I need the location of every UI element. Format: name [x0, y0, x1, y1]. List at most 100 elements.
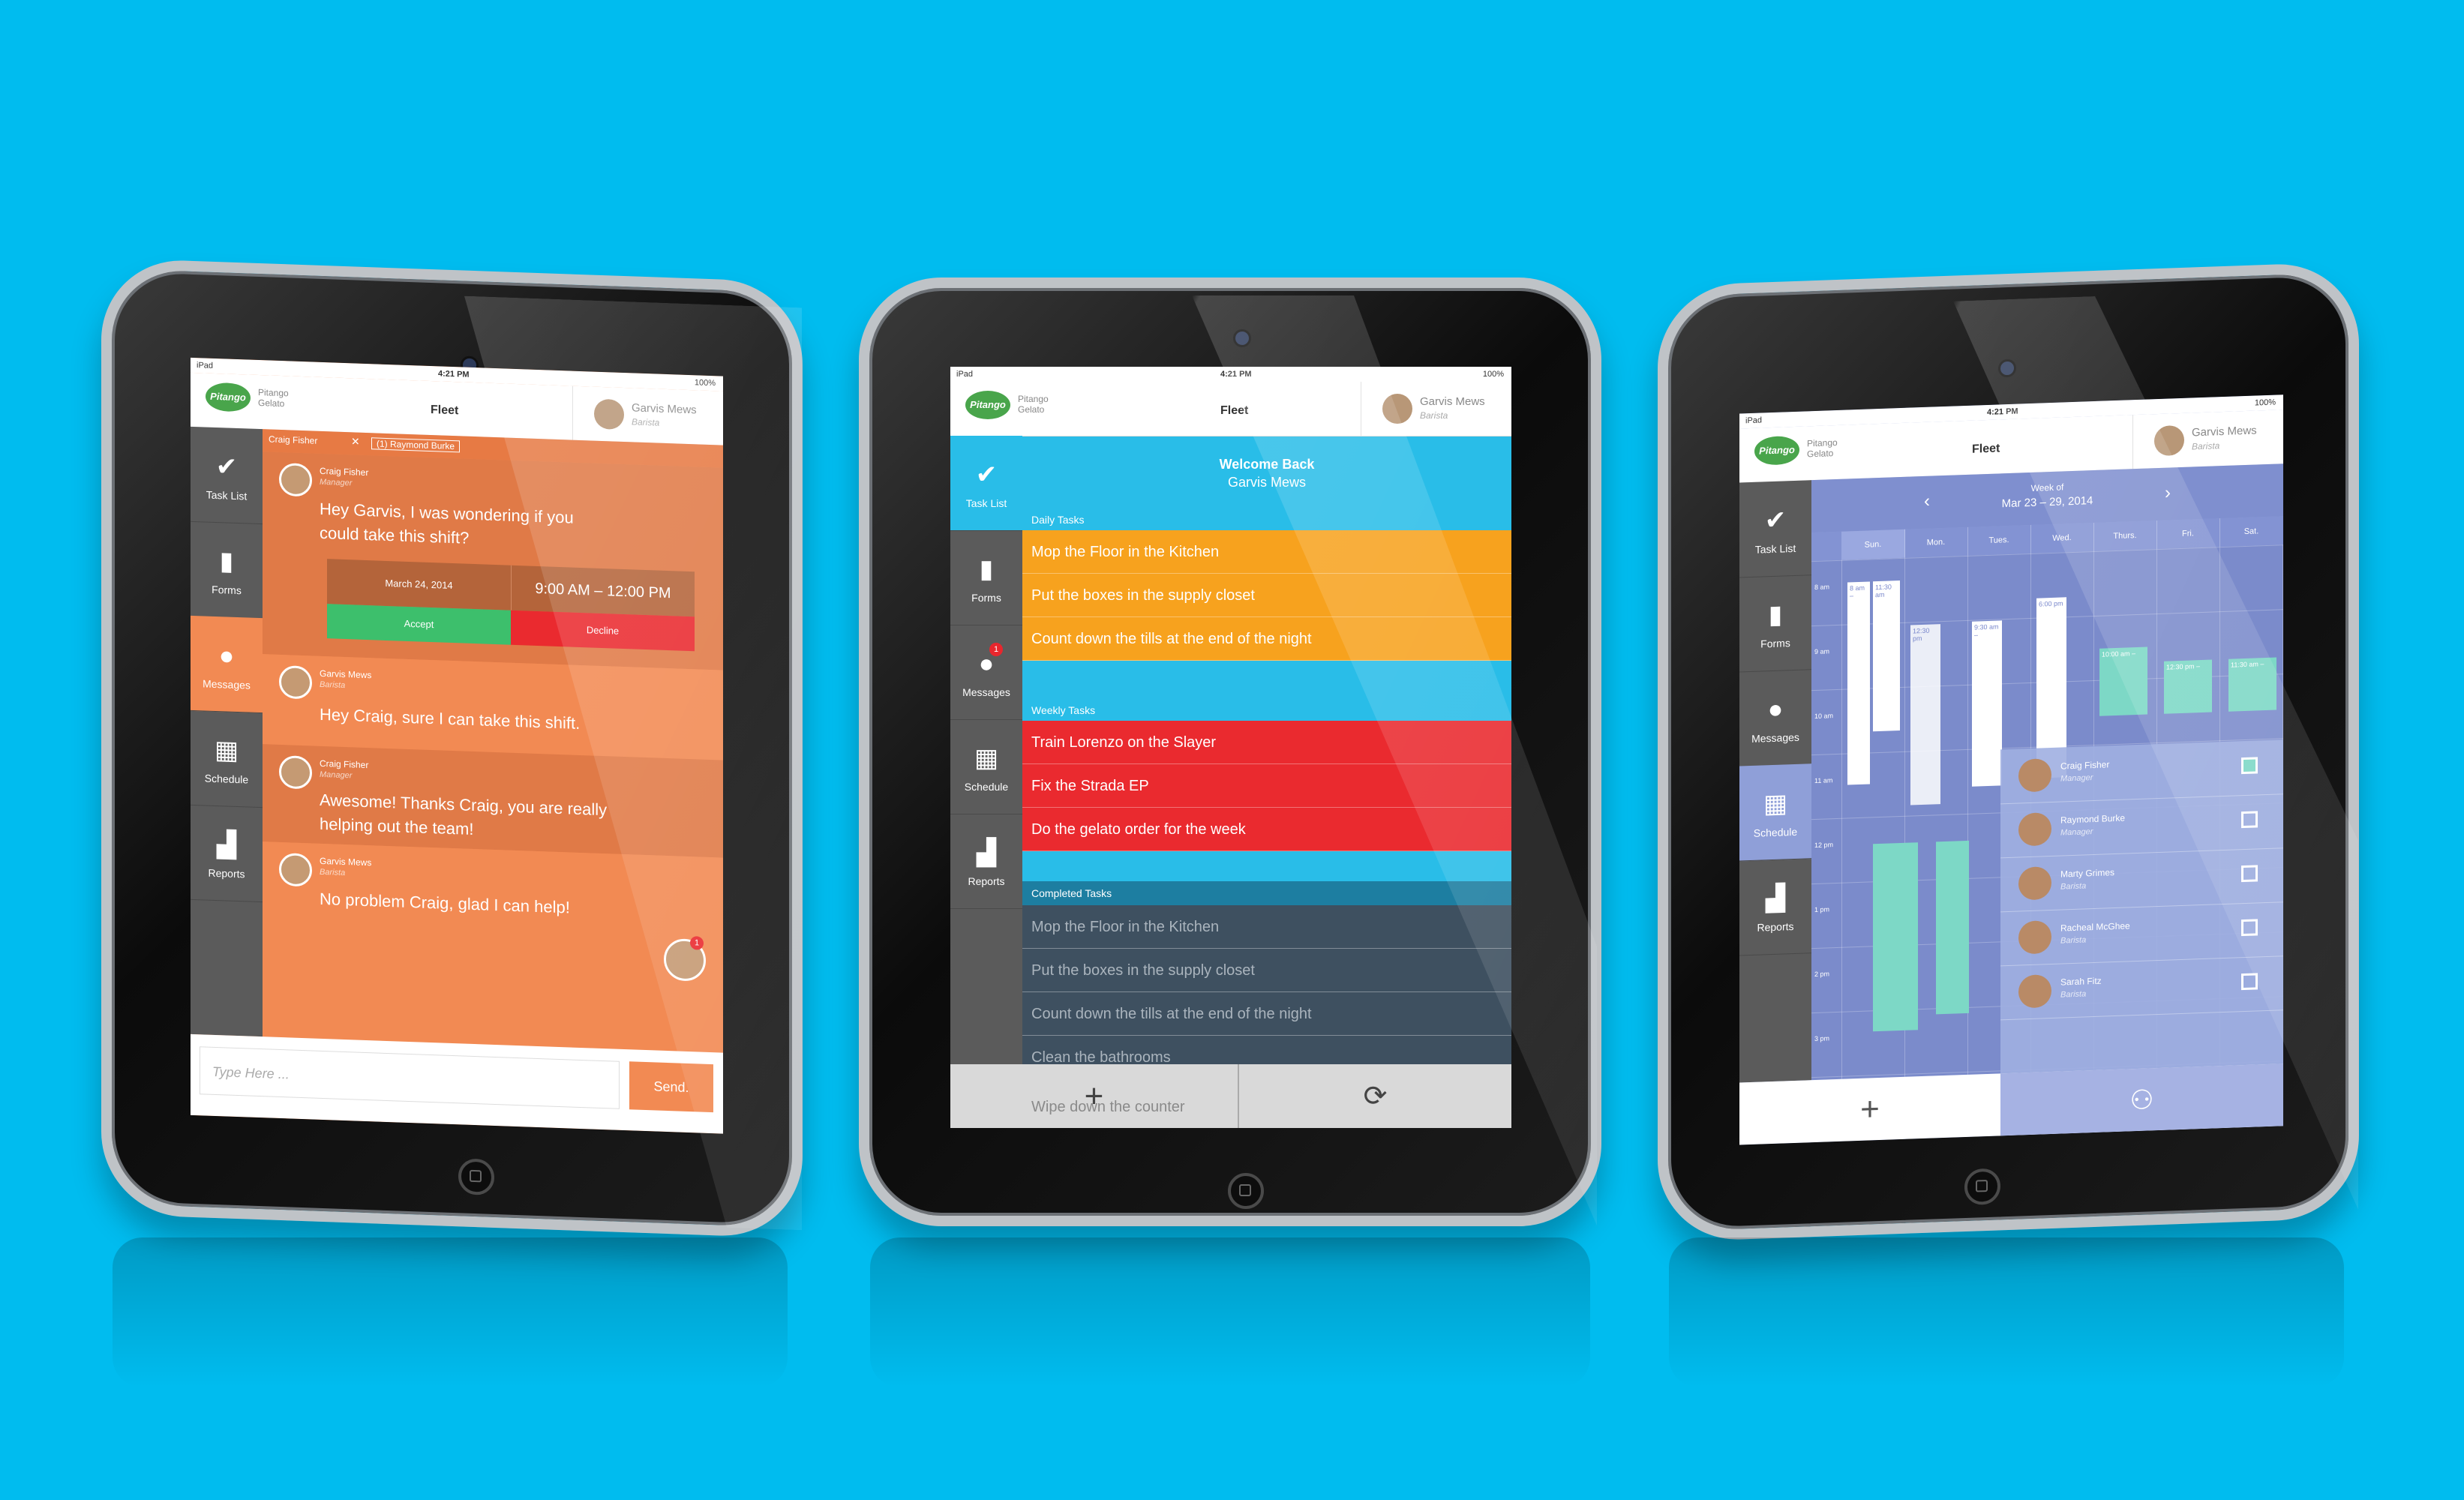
user-profile[interactable]: Garvis Mews Barista: [2132, 410, 2283, 470]
hour-label: 2 pm: [1814, 970, 1830, 979]
next-week-icon[interactable]: ›: [2165, 482, 2171, 503]
user-profile[interactable]: Garvis Mews Barista: [572, 386, 723, 446]
decline-button[interactable]: Decline: [511, 610, 695, 652]
task-item[interactable]: Mop the Floor in the Kitchen: [1022, 530, 1511, 574]
shift-block[interactable]: 12:30 pm –: [2164, 659, 2212, 714]
message-sender: Craig Fisher: [320, 465, 369, 478]
user-name: Garvis Mews: [1420, 395, 1485, 408]
message-text: No problem Craig, glad I can help!: [320, 889, 570, 917]
bar-chart-icon: ▟: [976, 838, 997, 867]
day-sun[interactable]: Sun.: [1841, 529, 1905, 560]
user-avatar: [594, 398, 624, 430]
staff-row[interactable]: Sarah Fitz Barista: [2000, 956, 2283, 1021]
nav-messages[interactable]: ● Messages: [191, 615, 263, 714]
day-thurs[interactable]: Thurs.: [2093, 520, 2157, 552]
home-button[interactable]: [458, 1158, 494, 1196]
nav-reports[interactable]: ▟ Reports: [191, 804, 263, 903]
day-mon[interactable]: Mon.: [1904, 526, 1968, 558]
completed-task-list: Mop the Floor in the Kitchen Put the box…: [1022, 905, 1511, 1064]
nav-forms[interactable]: ▮ Forms: [1739, 574, 1811, 673]
shift-block[interactable]: 12:30 pm: [1910, 624, 1940, 806]
hour-label: 1 pm: [1814, 905, 1830, 914]
sidebar: ✔ Task List ▮ Forms ● Messages ▦ Schedule ▟ R…: [191, 426, 263, 1037]
nav-forms[interactable]: ▮ Forms: [191, 520, 263, 620]
task-item[interactable]: Put the boxes in the supply closet: [1022, 574, 1511, 617]
user-name: Garvis Mews: [632, 401, 697, 417]
message-sender: Garvis Mews: [320, 668, 372, 681]
task-item[interactable]: Count down the tills at the end of the n…: [1022, 617, 1511, 661]
bottom-toolbar: + ⟳ Wipe down the counter: [950, 1064, 1511, 1128]
front-camera: [1998, 358, 2016, 378]
user-profile[interactable]: Garvis Mews Barista: [1361, 382, 1511, 436]
nav-forms[interactable]: ▮ Forms: [950, 530, 1022, 626]
day-sat[interactable]: Sat.: [2219, 516, 2283, 548]
completed-task-item[interactable]: Mop the Floor in the Kitchen: [1022, 905, 1511, 949]
shift-block[interactable]: 10:00 am –: [2099, 646, 2147, 716]
staff-checkbox[interactable]: [2241, 757, 2258, 775]
nav-task-list[interactable]: ✔ Task List: [191, 426, 263, 525]
home-button[interactable]: [1964, 1168, 2000, 1206]
message-text: Awesome! Thanks Craig, you are really he…: [320, 790, 608, 839]
remove-recipient-icon[interactable]: ✕: [351, 435, 360, 448]
pitango-logo: Pitango: [206, 382, 251, 412]
refresh-button[interactable]: ⟳: [1239, 1064, 1511, 1128]
nav-reports[interactable]: ▟ Reports: [950, 814, 1022, 909]
staff-checkbox[interactable]: [2241, 973, 2258, 991]
day-wed[interactable]: Wed.: [2030, 523, 2094, 554]
shift-block[interactable]: 8 am –: [1847, 581, 1870, 785]
brand-sub: Gelato: [258, 397, 285, 410]
nav-messages[interactable]: ● 1 Messages: [950, 625, 1022, 720]
nav-reports[interactable]: ▟ Reports: [1739, 858, 1811, 956]
message-avatar: [279, 462, 312, 497]
message-sender-role: Manager: [320, 477, 353, 488]
completed-task-item[interactable]: Clean the bathrooms: [1022, 1036, 1511, 1064]
completed-tasks-header: Completed Tasks: [1022, 881, 1511, 905]
staff-checkbox[interactable]: [2241, 919, 2258, 937]
brand-sub: Gelato: [1018, 404, 1045, 415]
message-item: Garvis Mews Barista Hey Craig, sure I ca…: [263, 654, 723, 760]
send-button[interactable]: Send.: [629, 1061, 713, 1113]
message-item: Garvis Mews Barista No problem Craig, gl…: [263, 842, 723, 1053]
day-fri[interactable]: Fri.: [2156, 518, 2220, 550]
accept-button[interactable]: Accept: [327, 604, 511, 645]
hour-label: 3 pm: [1814, 1034, 1830, 1043]
home-button[interactable]: [1228, 1173, 1264, 1209]
tasklist-screen: iPad 4:21 PM 100% Pitango Pitango Gelato …: [950, 367, 1511, 1128]
staff-list: Craig Fisher Manager Raymond Burke Manag…: [2000, 740, 2283, 1074]
calendar-icon: ▦: [214, 735, 239, 766]
task-item[interactable]: Do the gelato order for the week: [1022, 808, 1511, 851]
completed-task-item[interactable]: Count down the tills at the end of the n…: [1022, 992, 1511, 1036]
shift-block[interactable]: 9:30 am –: [1972, 620, 2002, 787]
task-item[interactable]: Train Lorenzo on the Slayer: [1022, 721, 1511, 764]
staff-checkbox[interactable]: [2241, 865, 2258, 883]
staff-avatar: [2018, 812, 2051, 847]
checkmark-icon: ✔: [975, 460, 998, 489]
completed-task-peek: Wipe down the counter: [1031, 1099, 1185, 1115]
shift-block[interactable]: [1873, 842, 1918, 1032]
staff-checkbox[interactable]: [2241, 811, 2258, 829]
bar-chart-icon: ▟: [1765, 884, 1786, 914]
nav-schedule[interactable]: ▦ Schedule: [191, 710, 263, 808]
task-item[interactable]: Fix the Strada EP: [1022, 764, 1511, 808]
message-avatar: [279, 754, 312, 790]
hour-label: 10 am: [1814, 712, 1834, 721]
recipient-chip[interactable]: (1) Raymond Burke: [371, 437, 461, 453]
shift-block[interactable]: [1936, 840, 1969, 1015]
message-avatar: [279, 664, 312, 700]
day-tues[interactable]: Tues.: [1967, 524, 2031, 556]
nav-schedule[interactable]: ▦ Schedule: [1739, 764, 1811, 862]
nav-schedule[interactable]: ▦ Schedule: [950, 719, 1022, 814]
app-header: Pitango Pitango Gelato Fleet Garvis Mews …: [950, 382, 1511, 436]
add-shift-button[interactable]: +: [1739, 1073, 2000, 1144]
shift-time: 9:00 AM – 12:00 PM: [511, 565, 695, 617]
completed-task-item[interactable]: Put the boxes in the supply closet: [1022, 949, 1511, 992]
message-input[interactable]: Type Here ...: [200, 1046, 620, 1109]
shift-block[interactable]: 11:30 am: [1873, 580, 1900, 732]
nav-task-list[interactable]: ✔ Task List: [1739, 480, 1811, 578]
message-sender: Garvis Mews: [320, 855, 372, 868]
nav-task-list[interactable]: ✔ Task List: [950, 436, 1022, 531]
nav-messages[interactable]: ● Messages: [1739, 669, 1811, 767]
add-task-button[interactable]: +: [950, 1064, 1239, 1128]
shift-block[interactable]: 11:30 am –: [2228, 657, 2276, 712]
staff-toggle-button[interactable]: ⚇: [2000, 1064, 2283, 1136]
